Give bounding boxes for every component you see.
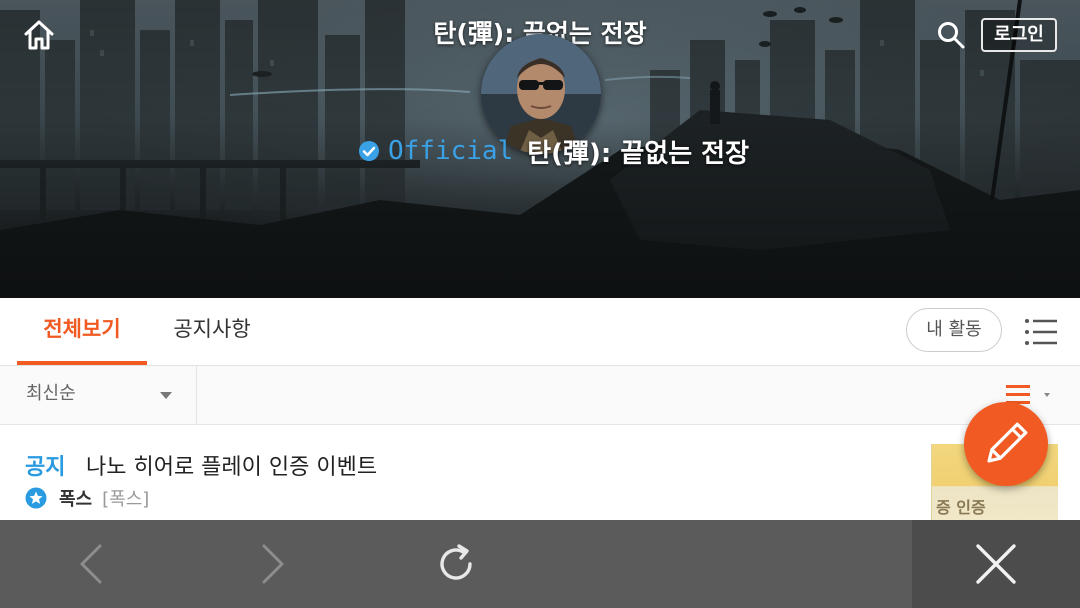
tab-all-label: 전체보기 [43, 317, 121, 341]
back-icon [80, 544, 102, 584]
menu-icon [1025, 319, 1057, 345]
back-button[interactable] [68, 540, 116, 588]
tab-all[interactable]: 전체보기 [17, 298, 147, 365]
sort-selected-label: 최신순 [26, 383, 76, 404]
search-icon [938, 22, 965, 49]
list-item[interactable]: 공지 나노 히어로 플레이 인증 이벤트 폭스 [폭스] [0, 425, 1080, 521]
write-post-button[interactable] [964, 402, 1048, 486]
official-label: Official [388, 136, 514, 166]
browser-bottom-bar [0, 520, 1080, 608]
sort-dropdown[interactable]: 최신순 [0, 366, 197, 424]
post-author-row: 폭스 [폭스] [25, 485, 149, 511]
star-icon [25, 487, 47, 509]
tab-bar: 전체보기 공지사항 내 활동 [0, 298, 1080, 366]
home-button[interactable] [22, 18, 56, 52]
community-name-row: Official 탄(彈): 끝없는 전장 [358, 134, 750, 169]
community-name: 탄(彈): 끝없는 전장 [527, 138, 750, 169]
forward-button[interactable] [248, 540, 296, 588]
active-tab-indicator [17, 361, 147, 365]
author-name: 폭스 [59, 489, 93, 510]
refresh-icon [440, 544, 472, 580]
forward-icon [262, 544, 284, 584]
search-button[interactable] [936, 20, 966, 50]
my-activity-button[interactable]: 내 활동 [906, 308, 1002, 352]
pencil-icon [987, 422, 1028, 463]
menu-button[interactable] [1024, 318, 1058, 346]
login-button[interactable]: 로그인 [981, 18, 1057, 52]
author-tag: [폭스] [102, 489, 150, 510]
thumbnail-text: 증 인증 [936, 498, 986, 517]
post-title: 나노 히어로 플레이 인증 이벤트 [86, 455, 378, 480]
refresh-button[interactable] [432, 540, 480, 588]
home-icon [24, 20, 54, 50]
sort-bar: 최신순 [0, 366, 1080, 425]
verified-icon [359, 141, 379, 161]
chevron-down-icon [160, 392, 172, 399]
close-icon [976, 544, 1016, 584]
notice-badge: 공지 [25, 455, 66, 480]
tab-notices[interactable]: 공지사항 [160, 298, 264, 365]
close-button[interactable] [912, 520, 1080, 608]
tab-notices-label: 공지사항 [173, 317, 251, 341]
